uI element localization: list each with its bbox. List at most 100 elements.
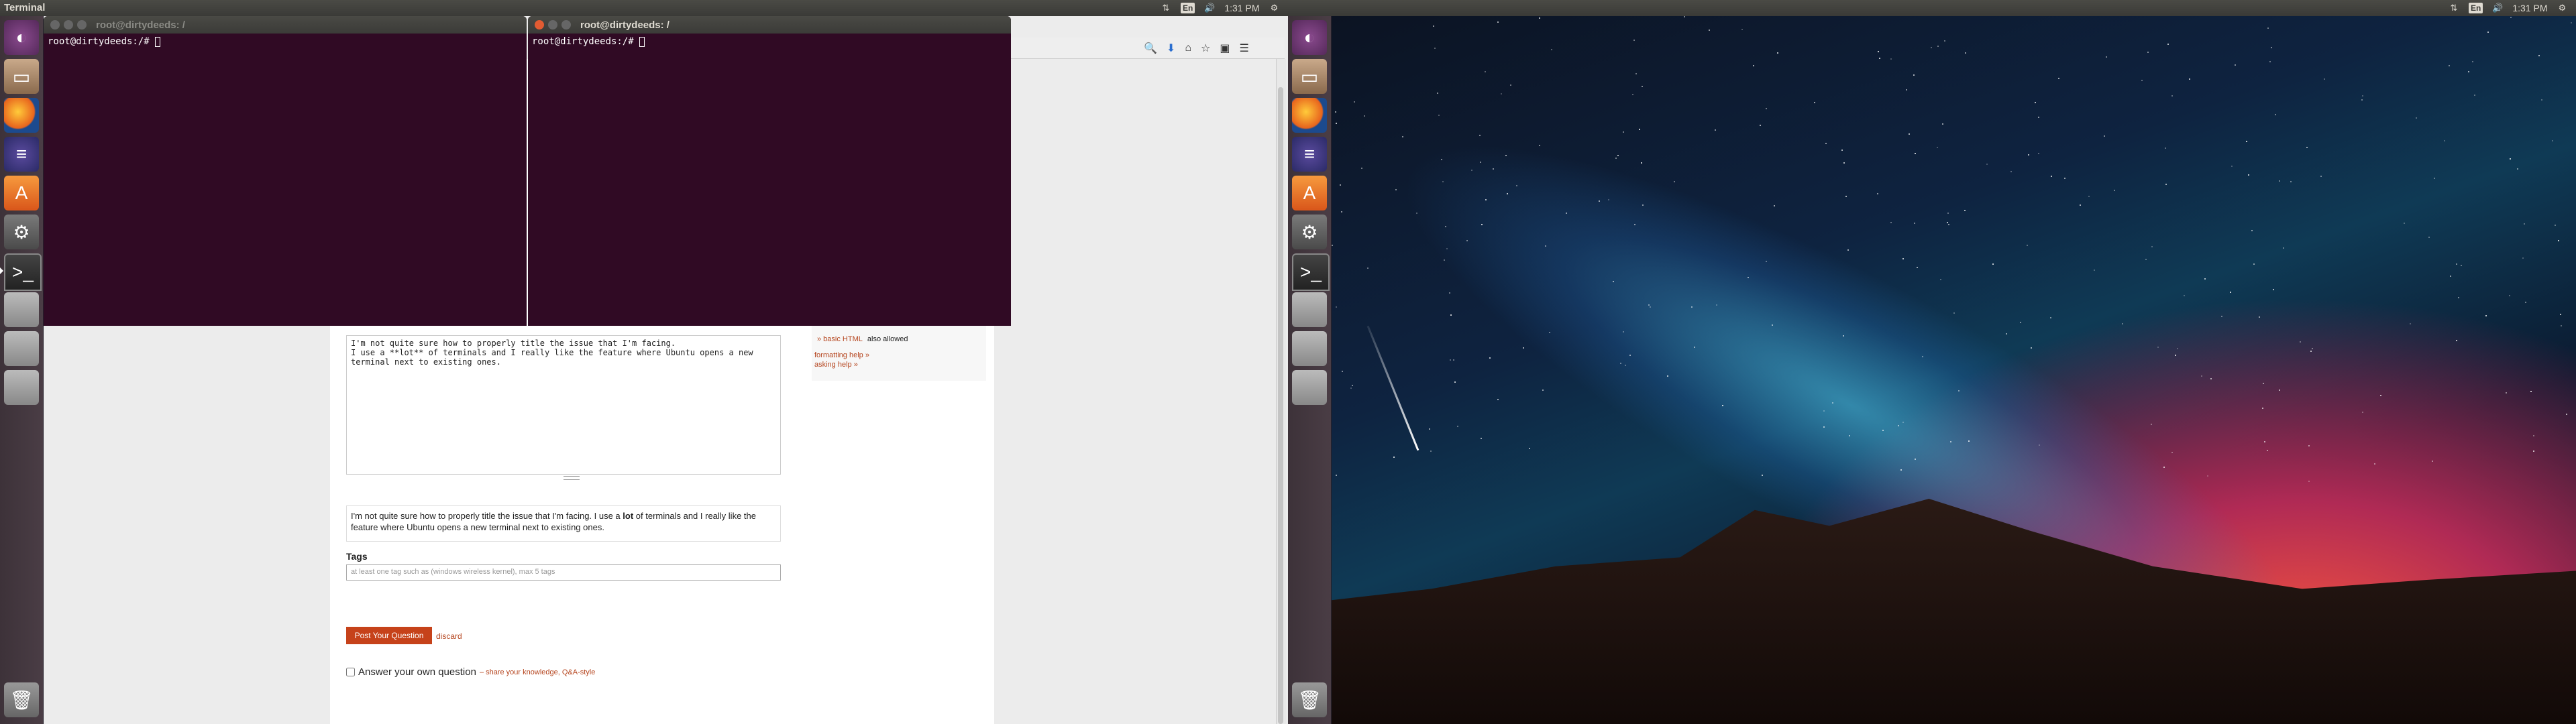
star — [1843, 162, 1845, 164]
discard-link[interactable]: discard — [436, 631, 462, 641]
software-center-icon[interactable]: A — [1292, 176, 1327, 210]
eclipse-icon[interactable]: ≡ — [4, 137, 39, 172]
download-icon[interactable]: ⬇ — [1167, 42, 1175, 55]
star — [1466, 240, 1468, 241]
star — [1909, 133, 1910, 135]
firefox-icon[interactable] — [1292, 98, 1327, 133]
answer-own-checkbox[interactable] — [346, 668, 355, 676]
firefox-icon[interactable] — [4, 98, 39, 133]
star — [2362, 95, 2363, 97]
minimize-icon[interactable] — [64, 20, 73, 29]
answer-own-label[interactable]: Answer your own question — [358, 666, 476, 678]
terminal-window-2[interactable]: root@dirtydeeds: / root@dirtydeeds:/# — [528, 16, 1011, 326]
star — [1434, 48, 1436, 49]
star — [2461, 265, 2462, 266]
question-body-editor[interactable]: I'm not quite sure how to properly title… — [346, 335, 781, 475]
star — [1336, 475, 1337, 476]
star — [1332, 245, 1333, 246]
star — [2428, 237, 2430, 238]
editor-resize-grip[interactable] — [564, 476, 580, 480]
scrollbar-thumb[interactable] — [1278, 87, 1283, 724]
star — [2163, 467, 2165, 468]
star — [1913, 74, 1915, 76]
trash-icon[interactable]: 🗑 — [4, 682, 39, 717]
clock[interactable]: 1:31 PM — [1224, 3, 1259, 13]
star — [1684, 16, 1685, 17]
star — [2487, 32, 2489, 33]
drive-icon[interactable] — [1292, 292, 1327, 327]
software-center-icon[interactable]: A — [4, 176, 39, 210]
top-panel: Terminal ⇅ En 🔊 1:31 PM ⚙ ⇅ En 🔊 1:31 PM… — [0, 0, 2576, 16]
drive-icon[interactable] — [4, 292, 39, 327]
gear-icon[interactable]: ⚙ — [1269, 3, 1279, 13]
star — [1777, 52, 1778, 54]
terminal-icon[interactable]: >_ — [4, 253, 42, 291]
terminal-output[interactable]: root@dirtydeeds:/# — [528, 34, 1011, 50]
network-icon[interactable]: ⇅ — [1161, 3, 1171, 13]
star — [1489, 357, 1491, 359]
terminal-icon[interactable]: >_ — [1292, 253, 1330, 291]
star — [1947, 213, 1949, 214]
terminal-titlebar[interactable]: root@dirtydeeds: / — [44, 16, 527, 34]
terminal-window-1[interactable]: root@dirtydeeds: / root@dirtydeeds:/# — [44, 16, 527, 326]
star — [1416, 213, 1417, 214]
eclipse-icon[interactable]: ≡ — [1292, 137, 1327, 172]
gear-icon[interactable]: ⚙ — [2557, 3, 2567, 13]
minimize-icon[interactable] — [548, 20, 557, 29]
star — [2380, 395, 2381, 396]
star — [1890, 222, 1892, 223]
maximize-icon[interactable] — [561, 20, 571, 29]
drive-icon[interactable] — [4, 331, 39, 366]
bookmark-star-icon[interactable]: ☆ — [1201, 42, 1210, 55]
clock[interactable]: 1:31 PM — [2512, 3, 2547, 13]
volume-icon[interactable]: 🔊 — [1204, 3, 1215, 13]
keyboard-indicator[interactable]: En — [1181, 3, 1195, 13]
basic-html-link[interactable]: » basic HTML — [817, 335, 863, 343]
keyboard-indicator[interactable]: En — [2469, 3, 2483, 13]
star — [2147, 52, 2149, 53]
star — [2171, 452, 2173, 453]
trash-icon[interactable]: 🗑 — [1292, 682, 1327, 717]
star — [1900, 469, 1902, 471]
drive-icon[interactable] — [1292, 370, 1327, 405]
star — [1968, 440, 1970, 442]
files-icon[interactable]: ▭ — [4, 59, 39, 94]
pocket-icon[interactable]: ▣ — [1220, 42, 1230, 55]
close-icon[interactable] — [535, 20, 544, 29]
system-settings-icon[interactable]: ⚙ — [1292, 215, 1327, 249]
formatting-help-link[interactable]: formatting help » — [814, 351, 983, 359]
star — [2541, 99, 2542, 101]
star — [1882, 430, 1884, 431]
terminal-titlebar[interactable]: root@dirtydeeds: / — [528, 16, 1011, 34]
terminal-output[interactable]: root@dirtydeeds:/# — [44, 34, 527, 50]
ubuntu-home-icon[interactable]: ◐ — [4, 20, 39, 55]
star — [2167, 44, 2169, 45]
star — [1480, 162, 1481, 163]
star — [2006, 333, 2007, 335]
star — [2510, 158, 2511, 160]
menu-icon[interactable]: ☰ — [1239, 42, 1248, 55]
ubuntu-home-icon[interactable]: ◐ — [1292, 20, 1327, 55]
post-question-button[interactable]: Post Your Question — [346, 627, 432, 644]
home-icon[interactable]: ⌂ — [1185, 42, 1191, 54]
search-icon[interactable]: 🔍 — [1144, 42, 1157, 55]
answer-own-hint[interactable]: – share your knowledge, Q&A-style — [480, 668, 595, 676]
system-settings-icon[interactable]: ⚙ — [4, 215, 39, 249]
tags-input[interactable]: at least one tag such as (windows wirele… — [346, 564, 781, 581]
star — [1947, 222, 1948, 223]
files-icon[interactable]: ▭ — [1292, 59, 1327, 94]
network-icon[interactable]: ⇅ — [2449, 3, 2459, 13]
star — [1430, 450, 1432, 452]
close-icon[interactable] — [50, 20, 60, 29]
drive-icon[interactable] — [4, 370, 39, 405]
asking-help-link[interactable]: asking help » — [814, 361, 983, 369]
star — [2264, 441, 2265, 442]
star — [1964, 210, 1966, 211]
maximize-icon[interactable] — [77, 20, 87, 29]
volume-icon[interactable]: 🔊 — [2492, 3, 2503, 13]
drive-icon[interactable] — [1292, 331, 1327, 366]
preview-bold: lot — [623, 511, 634, 521]
star — [1516, 185, 1517, 186]
star — [1772, 324, 1773, 326]
star — [2533, 435, 2534, 436]
